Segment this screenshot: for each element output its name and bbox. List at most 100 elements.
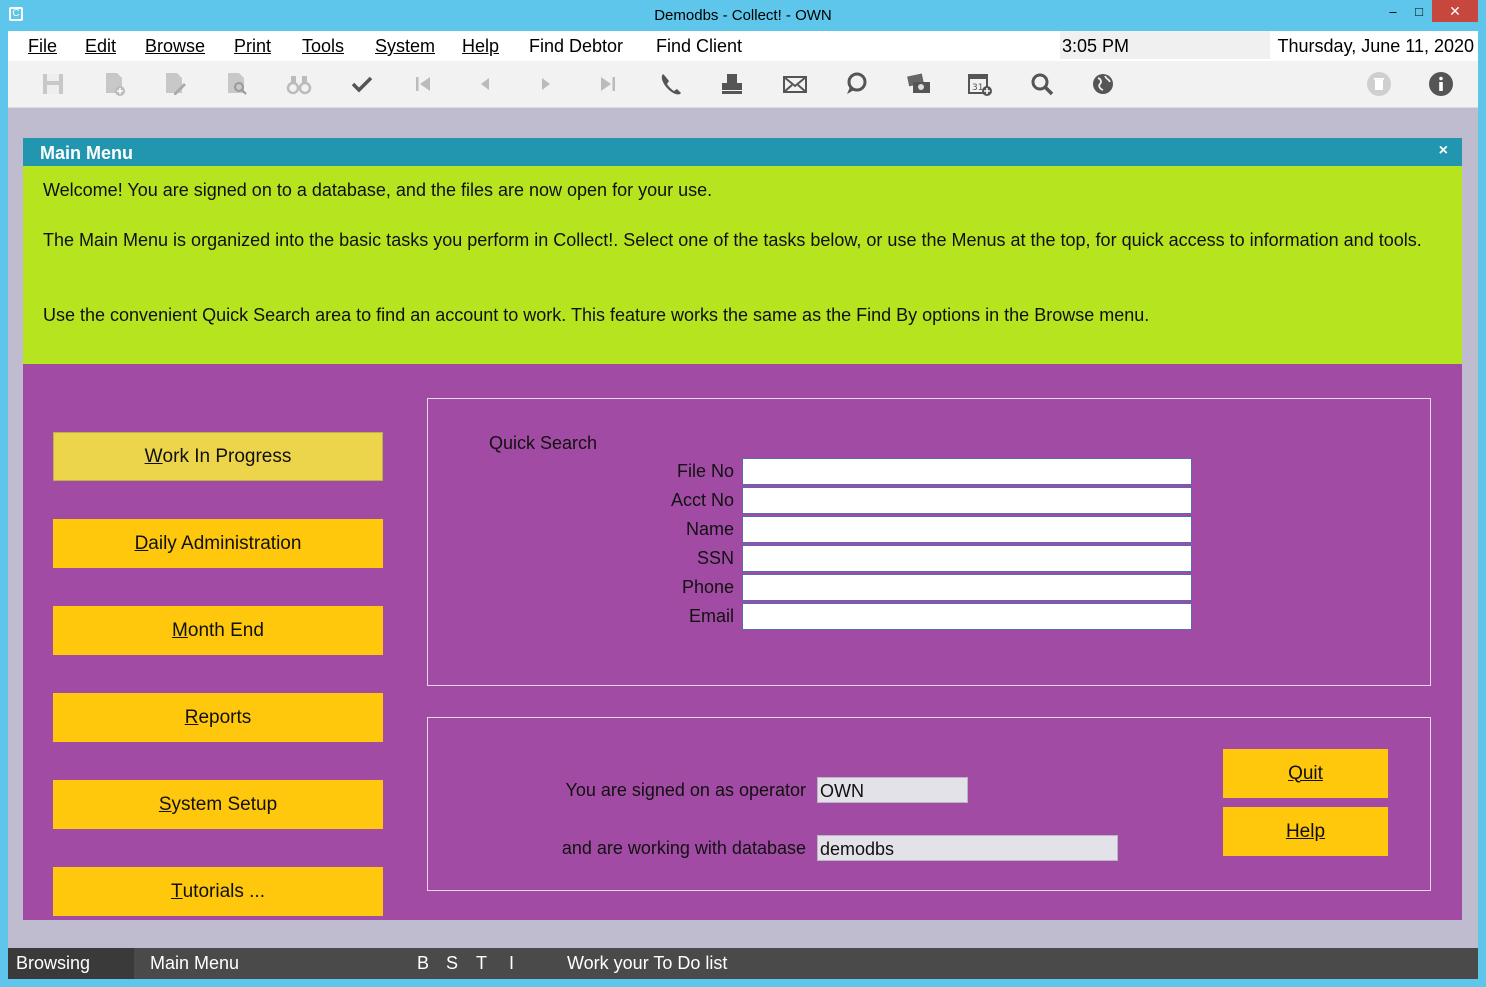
globe-icon[interactable] bbox=[1087, 69, 1119, 99]
panel-header: Main Menu × bbox=[23, 138, 1462, 166]
status-flag-b: B bbox=[417, 953, 430, 973]
status-bar: Browsing Main Menu B S T I Work your To … bbox=[8, 948, 1478, 979]
trash-icon[interactable] bbox=[1363, 69, 1395, 99]
welcome-message: Welcome! You are signed on to a database… bbox=[23, 166, 1462, 364]
quick-search-row: Name bbox=[428, 516, 1432, 545]
nav-hotkey: M bbox=[172, 619, 188, 641]
nav-hotkey: R bbox=[184, 706, 199, 728]
menu-help[interactable]: Help bbox=[462, 36, 499, 57]
clock-time: 3:05 PM bbox=[1060, 31, 1270, 59]
app-window: C Demodbs - Collect! - OWN ‒ □ ✕ File Ed… bbox=[0, 0, 1486, 987]
close-button[interactable]: ✕ bbox=[1432, 0, 1478, 22]
quit-label: Quit bbox=[1288, 762, 1323, 784]
email-icon[interactable] bbox=[779, 69, 811, 99]
nav-hotkey: T bbox=[171, 880, 183, 902]
file-no-input[interactable] bbox=[742, 458, 1192, 485]
welcome-line-1: Welcome! You are signed on to a database… bbox=[43, 180, 713, 200]
operator-value: OWN bbox=[817, 777, 968, 803]
month-end-button[interactable]: Month End bbox=[53, 606, 383, 655]
phone-label: Phone bbox=[681, 577, 734, 597]
title-bar[interactable]: C Demodbs - Collect! - OWN ‒ □ ✕ bbox=[0, 0, 1486, 31]
quick-search-group: Quick Search File No Acct No Name SSN Ph… bbox=[427, 398, 1431, 686]
email-label: Email bbox=[688, 606, 734, 626]
menu-print[interactable]: Print bbox=[234, 36, 271, 57]
menu-edit[interactable]: Edit bbox=[85, 36, 116, 57]
menu-tools-label: Tools bbox=[302, 36, 345, 56]
quick-search-row: SSN bbox=[428, 545, 1432, 574]
session-info-group: You are signed on as operator OWN and ar… bbox=[427, 717, 1431, 891]
menu-file[interactable]: File bbox=[28, 36, 57, 57]
nav-hotkey: S bbox=[158, 793, 172, 815]
quick-search-row: Acct No bbox=[428, 487, 1432, 516]
work-in-progress-button[interactable]: Work In Progress bbox=[53, 432, 383, 481]
menu-browse[interactable]: Browse bbox=[145, 36, 205, 57]
quick-search-row: Phone bbox=[428, 574, 1432, 603]
status-mode: Browsing bbox=[8, 948, 134, 979]
nav-label: ystem Setup bbox=[171, 793, 278, 815]
acct-no-input[interactable] bbox=[742, 487, 1192, 514]
quick-search-row: File No bbox=[428, 458, 1432, 487]
menu-system[interactable]: System bbox=[375, 36, 435, 57]
quit-button[interactable]: Quit bbox=[1223, 749, 1388, 798]
minimize-button[interactable]: ‒ bbox=[1380, 0, 1406, 22]
menu-print-label: Print bbox=[234, 36, 272, 56]
nav-label: eports bbox=[198, 706, 252, 728]
status-hint: Work your To Do list bbox=[567, 953, 728, 973]
main-menu-panel: Main Menu × Welcome! You are signed on t… bbox=[23, 138, 1462, 920]
edit-record-icon[interactable] bbox=[159, 69, 191, 99]
reports-button[interactable]: Reports bbox=[53, 693, 383, 742]
phone-icon[interactable] bbox=[654, 69, 686, 99]
next-record-icon[interactable] bbox=[530, 69, 562, 99]
new-record-icon[interactable] bbox=[98, 69, 130, 99]
magnifier-icon[interactable] bbox=[1026, 69, 1058, 99]
client-area: File Edit Browse Print Tools System Help… bbox=[8, 31, 1478, 979]
name-label: Name bbox=[685, 519, 734, 539]
payment-card-icon[interactable] bbox=[902, 69, 934, 99]
menu-find-debtor[interactable]: Find Debtor bbox=[529, 36, 623, 57]
ssn-label: SSN bbox=[696, 548, 734, 568]
database-value: demodbs bbox=[817, 835, 1118, 861]
help-button[interactable]: Help bbox=[1223, 807, 1388, 856]
checkmark-icon[interactable] bbox=[346, 69, 378, 99]
help-label: Help bbox=[1285, 820, 1326, 842]
operator-label: You are signed on as operator bbox=[565, 780, 806, 800]
nav-label: ork In Progress bbox=[162, 445, 292, 467]
name-input[interactable] bbox=[742, 516, 1192, 543]
last-record-icon[interactable] bbox=[592, 69, 624, 99]
database-label: and are working with database bbox=[561, 838, 806, 858]
menu-tools[interactable]: Tools bbox=[302, 36, 344, 57]
phone-input[interactable] bbox=[742, 574, 1192, 601]
status-flag-t: T bbox=[476, 953, 487, 973]
maximize-button[interactable]: □ bbox=[1406, 0, 1432, 22]
binoculars-icon[interactable] bbox=[283, 69, 315, 99]
nav-hotkey: W bbox=[144, 445, 163, 467]
previous-record-icon[interactable] bbox=[469, 69, 501, 99]
menu-browse-label: Browse bbox=[145, 36, 206, 56]
calendar-add-icon[interactable]: 31 bbox=[964, 69, 996, 99]
info-icon[interactable] bbox=[1425, 69, 1457, 99]
nav-label: utorials ... bbox=[182, 880, 265, 902]
printer-icon[interactable] bbox=[716, 69, 748, 99]
status-flag-i: I bbox=[509, 953, 515, 973]
nav-hotkey: D bbox=[134, 532, 149, 554]
chat-icon[interactable] bbox=[840, 69, 872, 99]
panel-title: Main Menu bbox=[40, 143, 133, 163]
menu-bar: File Edit Browse Print Tools System Help… bbox=[8, 31, 1478, 61]
welcome-line-2: The Main Menu is organized into the basi… bbox=[43, 230, 1422, 250]
menu-file-label: File bbox=[28, 36, 58, 56]
save-icon[interactable] bbox=[37, 69, 69, 99]
daily-administration-button[interactable]: Daily Administration bbox=[53, 519, 383, 568]
nav-label: aily Administration bbox=[148, 532, 302, 554]
tutorials-button[interactable]: Tutorials ... bbox=[53, 867, 383, 916]
svg-text:31: 31 bbox=[972, 83, 983, 93]
ssn-input[interactable] bbox=[742, 545, 1192, 572]
email-input[interactable] bbox=[742, 603, 1192, 630]
panel-close-icon[interactable]: × bbox=[1439, 142, 1448, 160]
quick-search-title: Quick Search bbox=[489, 433, 598, 453]
menu-find-client[interactable]: Find Client bbox=[656, 36, 742, 57]
first-record-icon[interactable] bbox=[407, 69, 439, 99]
system-setup-button[interactable]: System Setup bbox=[53, 780, 383, 829]
acct-no-label: Acct No bbox=[670, 490, 734, 510]
current-date: Thursday, June 11, 2020 bbox=[1277, 36, 1474, 56]
search-record-icon[interactable] bbox=[221, 69, 253, 99]
